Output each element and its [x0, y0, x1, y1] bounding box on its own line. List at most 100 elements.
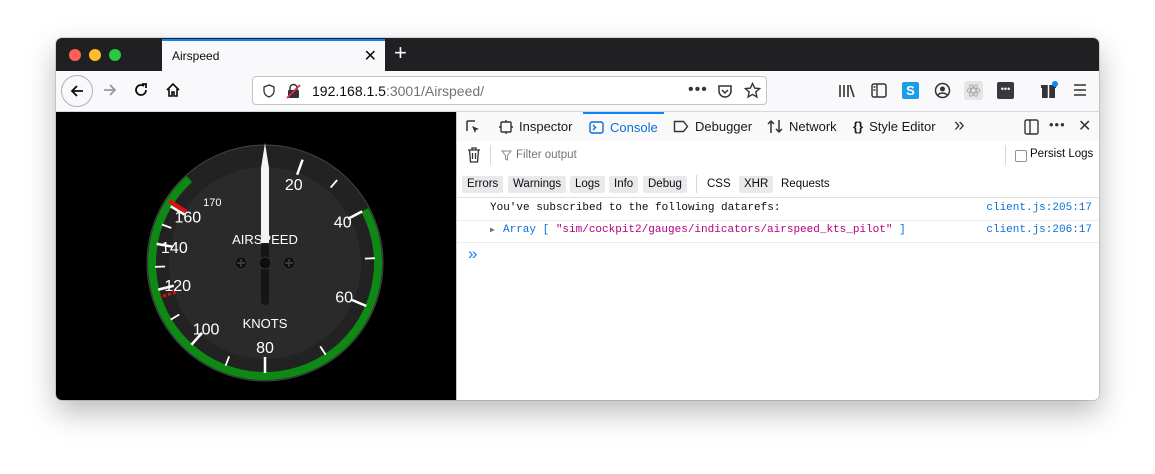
close-tab-icon[interactable]: ✕: [364, 46, 377, 66]
filter-errors-button[interactable]: Errors: [462, 176, 504, 193]
tab-title: Airspeed: [172, 49, 220, 63]
extension-s-icon[interactable]: S: [902, 82, 919, 99]
needle-tail: [261, 243, 269, 305]
tab-inspector-label: Inspector: [519, 119, 573, 134]
airspeed-gauge: 20406080100120140160170AIRSPEEDKNOTS: [146, 143, 384, 382]
back-arrow-icon: [70, 85, 83, 97]
needle-hub: [258, 256, 272, 270]
tab-bar: Airspeed ✕ +: [56, 38, 1099, 71]
scale-label: 80: [256, 340, 274, 357]
url-bar[interactable]: 192.168.1.5:3001/Airspeed/ •••: [252, 76, 767, 105]
home-button[interactable]: [159, 76, 187, 104]
log-category-bar: Errors Warnings Logs Info Debug CSS XHR …: [457, 169, 1099, 198]
console-input-row[interactable]: »: [457, 242, 1099, 267]
reload-icon: [135, 83, 147, 96]
console-message-text: You've subscribed to the following datar…: [490, 202, 781, 214]
page-actions-icon[interactable]: •••: [688, 81, 708, 99]
zoom-window-button[interactable]: [109, 49, 121, 61]
devtools-menu-icon[interactable]: •••: [1049, 117, 1066, 132]
separator: [696, 175, 697, 193]
tab-debugger[interactable]: Debugger: [673, 112, 752, 141]
console-message-source-link[interactable]: client.js:206:17: [986, 224, 1092, 236]
filter-css-button[interactable]: CSS: [702, 176, 736, 193]
array-object[interactable]: Array [ "sim/cockpit2/gauges/indicators/…: [503, 224, 906, 236]
scale-label: 160: [175, 210, 202, 227]
extension-dots-icon[interactable]: •••: [997, 82, 1014, 99]
debugger-icon: [673, 120, 689, 133]
filter-xhr-button[interactable]: XHR: [739, 176, 774, 193]
scale-label: 60: [335, 290, 353, 307]
filter-info-button[interactable]: Info: [609, 176, 639, 193]
more-tabs-chevron-icon[interactable]: »: [954, 115, 965, 137]
minimize-window-button[interactable]: [89, 49, 101, 61]
clear-console-trash-icon[interactable]: [467, 147, 481, 163]
hamburger-menu-icon[interactable]: [1073, 83, 1087, 97]
new-tab-icon[interactable]: +: [394, 40, 407, 66]
library-icon[interactable]: [838, 83, 855, 99]
forward-button[interactable]: [96, 76, 124, 104]
gauge-units-label: KNOTS: [243, 316, 288, 331]
network-icon: [767, 119, 783, 134]
separator: [1005, 145, 1006, 165]
separator: [490, 145, 491, 165]
browser-window: Airspeed ✕ + 192.168.1.5:3001/Airspeed/ …: [56, 38, 1099, 400]
account-icon[interactable]: [934, 82, 951, 99]
insecure-lock-icon[interactable]: [286, 83, 301, 99]
reload-button[interactable]: [127, 76, 155, 104]
console-prompt-icon: »: [468, 244, 478, 263]
filter-bar: Persist Logs: [457, 141, 1099, 170]
tab-debugger-label: Debugger: [695, 119, 753, 134]
element-picker-icon[interactable]: [465, 119, 481, 135]
persist-logs-checkbox[interactable]: [1015, 150, 1027, 162]
scale-label: 140: [161, 240, 188, 257]
filter-output-input[interactable]: [514, 145, 998, 165]
extensions-gift-icon[interactable]: [1040, 81, 1059, 99]
array-string-value: "sim/cockpit2/gauges/indicators/airspeed…: [555, 224, 893, 236]
airspeed-needle: [261, 143, 269, 305]
home-icon: [166, 82, 180, 97]
tab-style-editor-label: Style Editor: [869, 119, 936, 134]
close-devtools-icon[interactable]: ✕: [1078, 116, 1091, 136]
back-button[interactable]: [61, 75, 93, 107]
navigation-bar: 192.168.1.5:3001/Airspeed/ ••• S •••: [56, 71, 1099, 112]
atom-icon: [966, 84, 981, 97]
tab-style-editor[interactable]: {} Style Editor: [853, 112, 936, 141]
pocket-icon[interactable]: [717, 83, 733, 99]
devtools-panel: Inspector Console Debugger Network {} St…: [456, 112, 1099, 400]
react-devtools-icon[interactable]: [964, 81, 983, 100]
page-content: 20406080100120140160170AIRSPEEDKNOTS: [56, 112, 456, 400]
tab-inspector[interactable]: Inspector: [499, 112, 572, 141]
filter-funnel-icon: [501, 150, 512, 161]
info-shield-icon[interactable]: [262, 84, 276, 98]
url-path: :3001/Airspeed/: [385, 83, 485, 99]
tab-console[interactable]: Console: [583, 112, 664, 141]
filter-requests-button[interactable]: Requests: [776, 176, 835, 193]
array-suffix: ]: [892, 224, 906, 236]
expand-triangle-icon[interactable]: ▶: [490, 225, 495, 235]
scale-label: 40: [334, 215, 352, 232]
forward-arrow-icon: [104, 84, 117, 96]
tab-console-label: Console: [610, 120, 658, 135]
scale-label: 20: [285, 177, 303, 194]
console-message: You've subscribed to the following datar…: [457, 199, 1099, 219]
tab-airspeed[interactable]: Airspeed ✕: [162, 39, 385, 71]
bookmark-star-icon[interactable]: [744, 82, 761, 99]
scale-label: 120: [164, 278, 191, 295]
tab-network-label: Network: [789, 119, 837, 134]
persist-logs-label: Persist Logs: [1030, 148, 1094, 160]
console-icon: [589, 121, 604, 134]
inspector-icon: [499, 119, 513, 134]
devtools-toolbar: Inspector Console Debugger Network {} St…: [457, 112, 1099, 142]
url-text[interactable]: 192.168.1.5:3001/Airspeed/: [312, 83, 484, 99]
filter-logs-button[interactable]: Logs: [570, 176, 605, 193]
url-host: 192.168.1.5: [312, 83, 386, 99]
scale-label: 170: [203, 197, 221, 209]
filter-debug-button[interactable]: Debug: [643, 176, 687, 193]
filter-warnings-button[interactable]: Warnings: [508, 176, 567, 193]
console-message-source-link[interactable]: client.js:205:17: [986, 202, 1092, 214]
array-prefix: Array [: [503, 224, 556, 236]
close-window-button[interactable]: [69, 49, 81, 61]
dock-options-icon[interactable]: [1024, 119, 1039, 135]
tab-network[interactable]: Network: [767, 112, 837, 141]
sidebar-icon[interactable]: [871, 83, 887, 98]
